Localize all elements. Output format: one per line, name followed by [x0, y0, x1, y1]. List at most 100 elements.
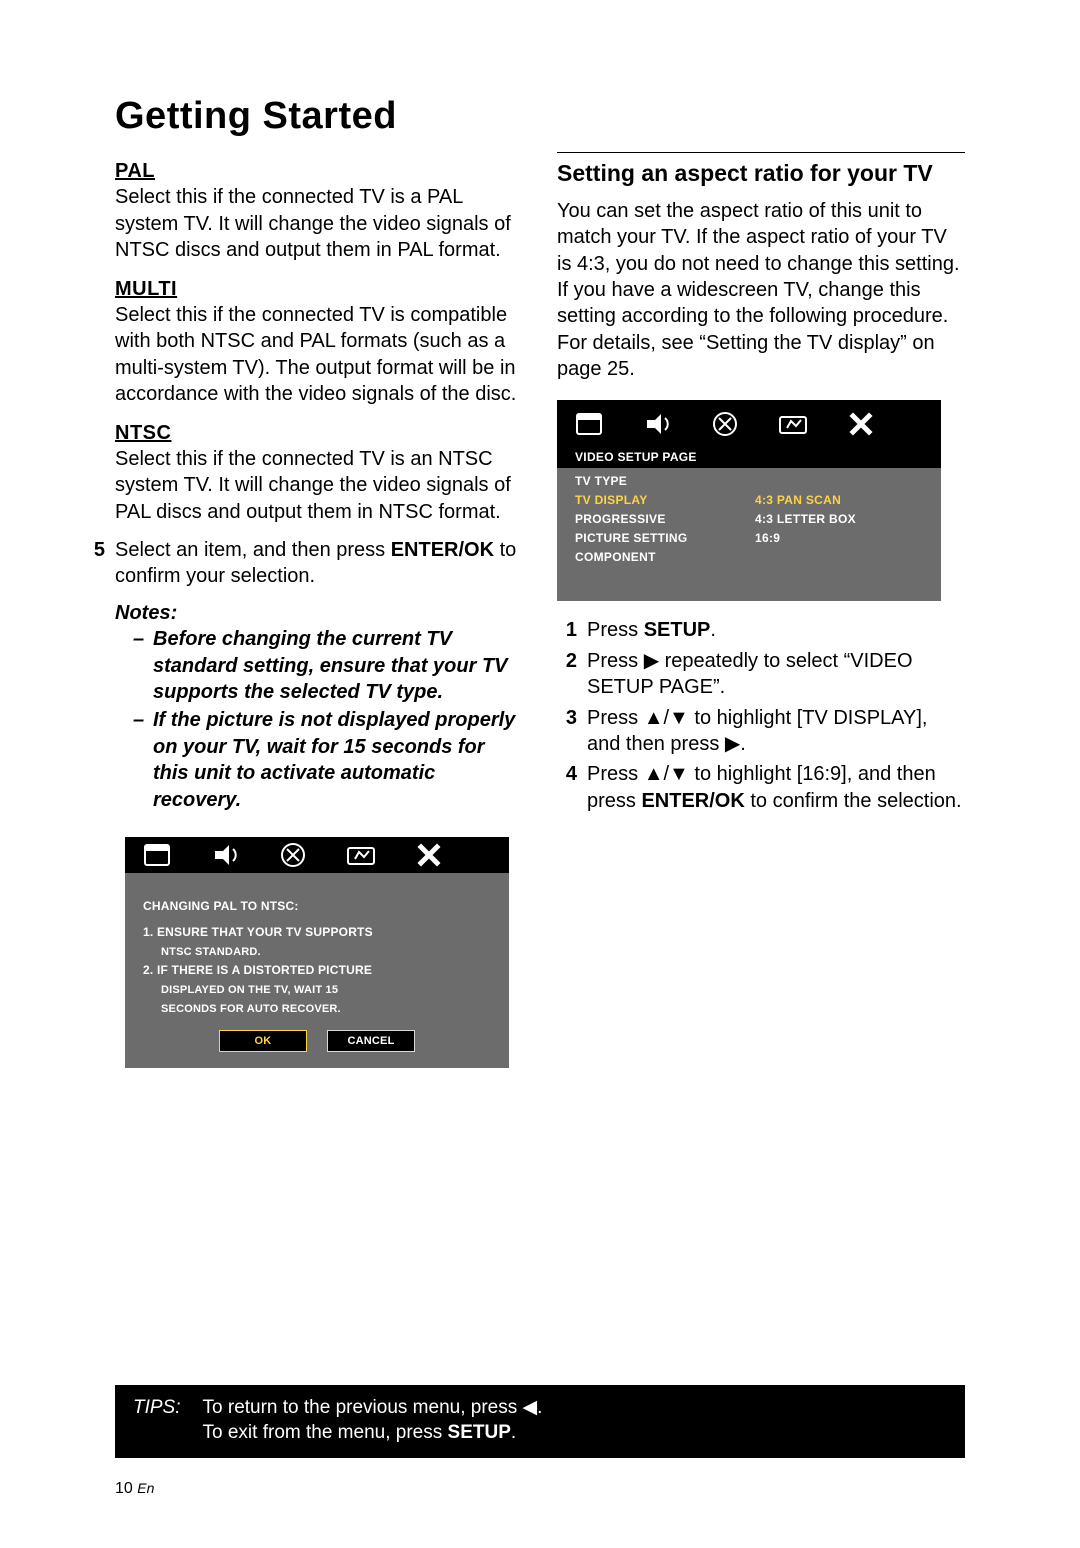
- step-3: 3 Press ▲/▼ to highlight [TV DISPLAY], a…: [557, 705, 965, 758]
- step-1: 1 Press SETUP.: [557, 617, 965, 643]
- tips-line2b: .: [511, 1422, 516, 1443]
- disc-settings-icon: [709, 408, 741, 440]
- step-number: 4: [557, 761, 577, 814]
- audio-icon: [209, 839, 241, 871]
- tips-line2bold: SETUP: [448, 1422, 511, 1443]
- dash-icon: –: [133, 707, 145, 813]
- left-arrow-icon: ◀: [523, 1395, 538, 1421]
- step-text: Press ▲/▼ to highlight [TV DISPLAY], and…: [587, 705, 965, 758]
- ok-button[interactable]: OK: [219, 1030, 307, 1052]
- step-5: 5 Select an item, and then press ENTER/O…: [85, 537, 523, 590]
- content-columns: PAL Select this if the connected TV is a…: [115, 152, 965, 1084]
- menu-value: [755, 550, 925, 566]
- dialog-title: CHANGING PAL TO NTSC:: [143, 899, 491, 915]
- tips-text: To return to the previous menu, press ◀.…: [203, 1395, 543, 1446]
- left-column: PAL Select this if the connected TV is a…: [115, 152, 523, 1084]
- preferences-icon: [777, 408, 809, 440]
- step-text: Select an item, and then press ENTER/OK …: [115, 537, 523, 590]
- page-icon: [141, 839, 173, 871]
- dialog-line: SECONDS FOR AUTO RECOVER.: [143, 1002, 491, 1017]
- tips-label: TIPS:: [133, 1395, 181, 1446]
- menu-title: VIDEO SETUP PAGE: [557, 448, 941, 468]
- s1-bold: SETUP: [644, 619, 711, 641]
- intro-paragraph: You can set the aspect ratio of this uni…: [557, 198, 965, 330]
- dash-icon: –: [133, 626, 145, 705]
- page-lang: En: [137, 1480, 154, 1496]
- s4-pre: Press: [587, 763, 644, 785]
- section-rule: [557, 152, 965, 153]
- step5-pre: Select an item, and then press: [115, 539, 391, 561]
- close-icon: [845, 408, 877, 440]
- menu-value-letter-box[interactable]: 4:3 LETTER BOX: [755, 512, 925, 528]
- s1-pre: Press: [587, 619, 644, 641]
- menu-item-tv-display[interactable]: TV DISPLAY: [575, 493, 755, 509]
- menu-value-16-9[interactable]: 16:9: [755, 531, 925, 547]
- page-number: 10 En: [115, 1480, 154, 1498]
- menu-grid: TV TYPE TV DISPLAY4:3 PAN SCAN PROGRESSI…: [557, 468, 941, 601]
- menu-icon-row: [125, 837, 509, 885]
- s2-pre: Press: [587, 650, 644, 672]
- pal-heading: PAL: [115, 158, 523, 184]
- step-number: 5: [85, 537, 105, 590]
- menu-item-picture-setting[interactable]: PICTURE SETTING: [575, 531, 755, 547]
- step-text: Press ▲/▼ to highlight [16:9], and then …: [587, 761, 965, 814]
- step-2: 2 Press ▶ repeatedly to select “VIDEO SE…: [557, 648, 965, 701]
- ntsc-body: Select this if the connected TV is an NT…: [115, 446, 523, 525]
- menu-item-component[interactable]: COMPONENT: [575, 550, 755, 566]
- s4-post: to confirm the selection.: [745, 790, 962, 812]
- right-arrow-icon: ▶: [644, 648, 659, 674]
- step-text: Press ▶ repeatedly to select “VIDEO SETU…: [587, 648, 965, 701]
- preferences-icon: [345, 839, 377, 871]
- notes-item-text: Before changing the current TV standard …: [153, 626, 523, 705]
- page-title: Getting Started: [115, 95, 965, 138]
- s3-post: .: [740, 733, 746, 755]
- step-number: 2: [557, 648, 577, 701]
- menu-value: [755, 474, 925, 490]
- tips-line2a: To exit from the menu, press: [203, 1422, 448, 1443]
- s4-bold: ENTER/OK: [641, 790, 744, 812]
- dialog-line: NTSC STANDARD.: [143, 945, 491, 960]
- video-setup-menu: VIDEO SETUP PAGE TV TYPE TV DISPLAY4:3 P…: [557, 400, 941, 601]
- step-number: 3: [557, 705, 577, 758]
- dialog-line: 2. IF THERE IS A DISTORTED PICTURE: [143, 963, 491, 979]
- menu-item-tv-type[interactable]: TV TYPE: [575, 474, 755, 490]
- step-number: 1: [557, 617, 577, 643]
- notes-item-text: If the picture is not displayed properly…: [153, 707, 523, 813]
- audio-icon: [641, 408, 673, 440]
- notes-heading: Notes:: [115, 600, 523, 626]
- pal-body: Select this if the connected TV is a PAL…: [115, 184, 523, 263]
- pal-ntsc-dialog: CHANGING PAL TO NTSC: 1. ENSURE THAT YOU…: [125, 837, 509, 1068]
- multi-body: Select this if the connected TV is compa…: [115, 302, 523, 408]
- right-arrow-icon: ▶: [725, 731, 740, 757]
- tips-line1b: .: [537, 1397, 542, 1418]
- menu-item-progressive[interactable]: PROGRESSIVE: [575, 512, 755, 528]
- menu-icon-row: [557, 400, 941, 448]
- notes-list: – Before changing the current TV standar…: [133, 626, 523, 813]
- disc-settings-icon: [277, 839, 309, 871]
- tips-bar: TIPS: To return to the previous menu, pr…: [115, 1385, 965, 1458]
- s3-pre: Press: [587, 707, 644, 729]
- ntsc-heading: NTSC: [115, 420, 523, 446]
- dialog-line: 1. ENSURE THAT YOUR TV SUPPORTS: [143, 925, 491, 941]
- page-num-value: 10: [115, 1480, 133, 1497]
- up-down-arrow-icon: ▲/▼: [644, 761, 689, 787]
- dialog-line: DISPLAYED ON THE TV, WAIT 15: [143, 983, 491, 998]
- step-text: Press SETUP.: [587, 617, 965, 643]
- dialog-buttons: OK CANCEL: [143, 1030, 491, 1052]
- dialog-body: CHANGING PAL TO NTSC: 1. ENSURE THAT YOU…: [125, 885, 509, 1068]
- menu-value-pan-scan[interactable]: 4:3 PAN SCAN: [755, 493, 925, 509]
- tips-line1a: To return to the previous menu, press: [203, 1397, 523, 1418]
- step-4: 4 Press ▲/▼ to highlight [16:9], and the…: [557, 761, 965, 814]
- notes-item: – Before changing the current TV standar…: [133, 626, 523, 705]
- close-icon: [413, 839, 445, 871]
- step5-bold: ENTER/OK: [391, 539, 494, 561]
- right-column: Setting an aspect ratio for your TV You …: [557, 152, 965, 1084]
- cancel-button[interactable]: CANCEL: [327, 1030, 415, 1052]
- up-down-arrow-icon: ▲/▼: [644, 705, 689, 731]
- multi-heading: MULTI: [115, 276, 523, 302]
- page-icon: [573, 408, 605, 440]
- section-heading: Setting an aspect ratio for your TV: [557, 159, 965, 188]
- intro-paragraph-2: For details, see “Setting the TV display…: [557, 330, 965, 383]
- s1-post: .: [710, 619, 716, 641]
- notes-item: – If the picture is not displayed proper…: [133, 707, 523, 813]
